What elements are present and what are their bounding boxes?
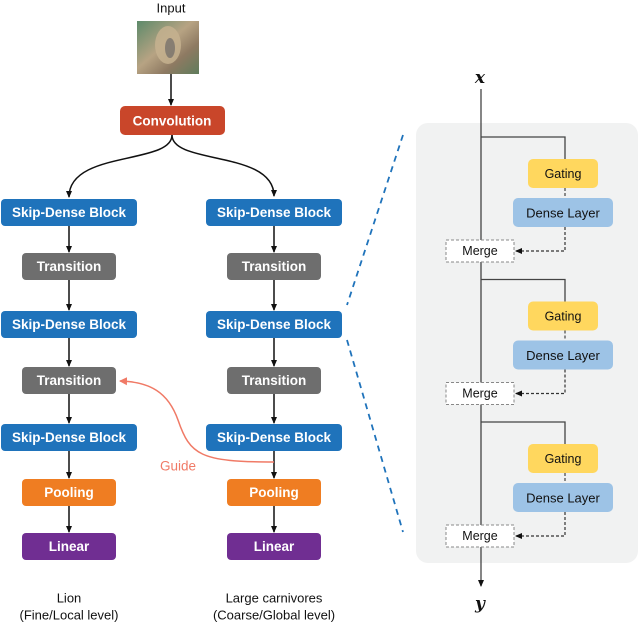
gating-block: Gating — [528, 159, 598, 188]
left-output-level: (Fine/Local level) — [20, 608, 119, 623]
block-label: Transition — [37, 373, 102, 388]
merge-node: Merge — [445, 239, 515, 263]
guide-label: Guide — [160, 459, 196, 474]
branch-arrow-right — [171, 134, 277, 197]
transition-block: Transition — [227, 253, 321, 280]
skip-dense-block: Skip-Dense Block — [1, 311, 137, 338]
architecture-diagram: Input Convolution Skip-Dense Block Transi… — [1, 1, 638, 623]
block-label: Skip-Dense Block — [12, 205, 127, 220]
transition-block: Transition — [22, 367, 116, 394]
pooling-block: Pooling — [22, 479, 116, 506]
left-column: Skip-Dense Block Transition Skip-Dense Blo… — [1, 199, 137, 560]
skip-dense-block: Skip-Dense Block — [206, 311, 342, 338]
merge-label: Merge — [462, 529, 497, 543]
zoom-line-bottom — [346, 339, 404, 533]
block-label: Transition — [242, 259, 307, 274]
right-output-label: Large carnivores — [226, 591, 323, 606]
block-label: Pooling — [249, 485, 299, 500]
dense-layer-block: Dense Layer — [513, 483, 613, 512]
gating-label: Gating — [545, 167, 582, 181]
convolution-label: Convolution — [133, 114, 212, 129]
right-column: Skip-Dense Block Transition Skip-Dense Blo… — [206, 199, 342, 560]
linear-block: Linear — [22, 533, 116, 560]
transition-block: Transition — [227, 367, 321, 394]
pooling-block: Pooling — [227, 479, 321, 506]
skip-dense-block: Skip-Dense Block — [206, 199, 342, 226]
dense-layer-block: Dense Layer — [513, 340, 613, 370]
merge-node: Merge — [445, 382, 515, 405]
gating-label: Gating — [545, 452, 582, 466]
input-label: Input — [157, 1, 186, 16]
zoom-line-top — [346, 134, 404, 306]
right-output-level: (Coarse/Global level) — [213, 608, 335, 623]
merge-label: Merge — [462, 244, 497, 258]
block-label: Transition — [242, 373, 307, 388]
dense-layer-block: Dense Layer — [513, 198, 613, 227]
block-label: Linear — [254, 539, 295, 554]
convolution-block: Convolution — [120, 106, 225, 135]
skip-dense-block: Skip-Dense Block — [1, 424, 137, 451]
merge-label: Merge — [462, 387, 497, 401]
dense-layer-label: Dense Layer — [526, 206, 600, 221]
skip-dense-block: Skip-Dense Block — [206, 424, 342, 451]
block-label: Skip-Dense Block — [12, 317, 127, 332]
input-image — [137, 21, 199, 74]
input-x-label: x — [474, 68, 486, 88]
gating-label: Gating — [545, 310, 582, 324]
block-label: Transition — [37, 259, 102, 274]
dense-layer-label: Dense Layer — [526, 491, 600, 506]
left-output-label: Lion — [57, 591, 82, 606]
gating-block: Gating — [528, 444, 598, 473]
skip-dense-block: Skip-Dense Block — [1, 199, 137, 226]
branch-arrow-left — [66, 134, 173, 198]
gating-block: Gating — [528, 301, 598, 331]
block-label: Skip-Dense Block — [217, 430, 332, 445]
block-label: Skip-Dense Block — [217, 317, 332, 332]
block-label: Linear — [49, 539, 90, 554]
output-y-label: y — [474, 594, 486, 614]
transition-block: Transition — [22, 253, 116, 280]
merge-node: Merge — [445, 524, 515, 548]
linear-block: Linear — [227, 533, 321, 560]
dense-layer-label: Dense Layer — [526, 348, 600, 363]
block-label: Skip-Dense Block — [12, 430, 127, 445]
block-label: Skip-Dense Block — [217, 205, 332, 220]
block-label: Pooling — [44, 485, 94, 500]
